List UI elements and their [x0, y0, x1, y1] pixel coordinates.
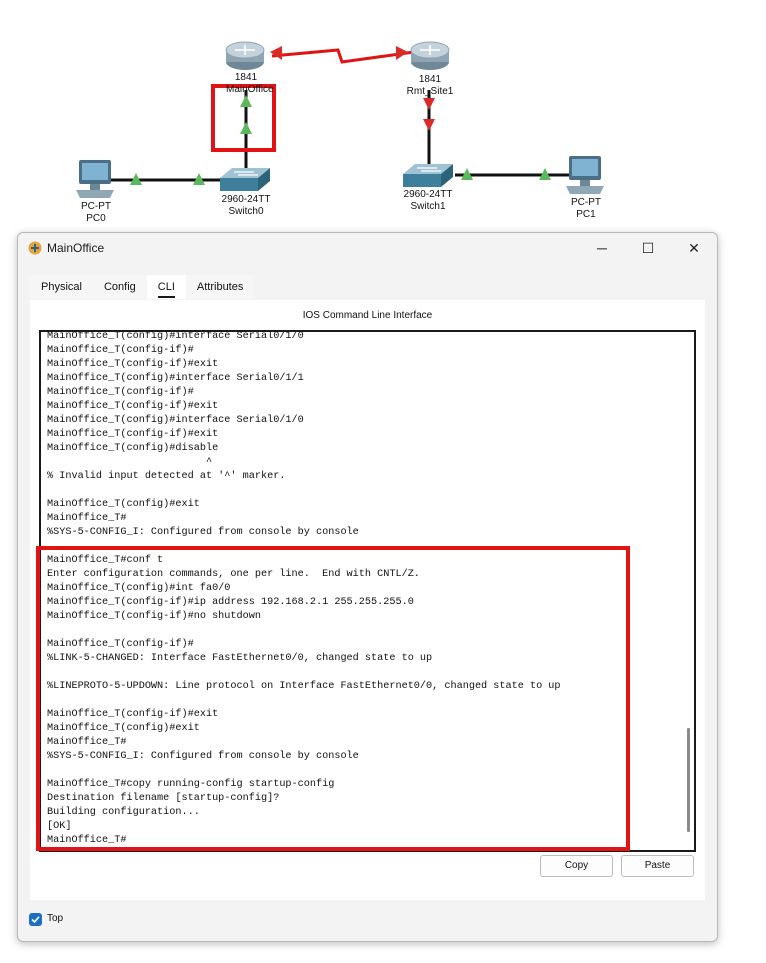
link-status-down-icon: [423, 119, 435, 131]
switch-icon[interactable]: [403, 164, 453, 187]
device-config-window: MainOffice ─ ☐ ✕ Physical Config CLI Att…: [17, 232, 718, 942]
terminal-line: MainOffice_T(config)#disable: [47, 443, 219, 454]
minimize-button[interactable]: ─: [579, 233, 625, 263]
terminal-line: [OK]: [47, 821, 72, 832]
terminal-line: MainOffice_T#conf t: [47, 555, 164, 566]
link-status-up-icon: [240, 95, 252, 107]
terminal-line: %LINK-5-CHANGED: Interface FastEthernet0…: [47, 653, 433, 664]
terminal-line: %SYS-5-CONFIG_I: Configured from console…: [47, 527, 359, 538]
terminal-scrollbar[interactable]: [686, 336, 690, 842]
terminal-line: MainOffice_T(config)#exit: [47, 723, 200, 734]
terminal-line: MainOffice_T(config-if)#exit: [47, 359, 219, 370]
terminal-line: MainOffice_T(config-if)#exit: [47, 709, 219, 720]
terminal-line: MainOffice_T(config-if)#ip address 192.1…: [47, 597, 414, 608]
terminal-line: Enter configuration commands, one per li…: [47, 569, 420, 580]
terminal-line: MainOffice_T(config-if)#exit: [47, 429, 219, 440]
router-icon[interactable]: [225, 41, 265, 70]
network-topology: 1841 MainOffice 1841 Rmt_Site1 2960-24TT Sw…: [0, 0, 766, 232]
terminal-output: MainOffice_T(config)#interface Serial0/1…: [47, 331, 675, 848]
maximize-button[interactable]: ☐: [625, 233, 671, 263]
device-label-rmtsite1: 1841 Rmt_Site1: [406, 74, 454, 97]
paste-button[interactable]: Paste: [621, 855, 694, 877]
terminal-line: Building configuration...: [47, 807, 200, 818]
cli-panel-title: IOS Command Line Interface: [302, 310, 433, 321]
terminal-line: MainOffice_T(config)#exit: [47, 499, 200, 510]
scrollbar-thumb[interactable]: [687, 728, 690, 832]
terminal-line: MainOffice_T(config-if)#: [47, 639, 194, 650]
title-bar[interactable]: MainOffice ─ ☐ ✕: [18, 233, 717, 263]
serial-link[interactable]: [271, 48, 415, 64]
terminal-line: Destination filename [startup-config]?: [47, 793, 280, 804]
tab-bar: Physical Config CLI Attributes: [30, 275, 255, 299]
terminal-line: MainOffice_T(config)#interface Serial0/1…: [47, 331, 304, 342]
tab-attributes[interactable]: Attributes: [185, 275, 255, 299]
terminal-line: %LINEPROTO-5-UPDOWN: Line protocol on In…: [47, 681, 561, 692]
tab-config[interactable]: Config: [92, 275, 147, 299]
device-label-mainoffice: 1841 MainOffice: [226, 72, 274, 95]
topology-canvas: [76, 41, 604, 198]
device-label-pc1: PC-PT PC1: [571, 197, 601, 220]
terminal-line: MainOffice_T(config)#interface Serial0/1…: [47, 415, 304, 426]
device-label-switch1: 2960-24TT Switch1: [403, 189, 453, 212]
terminal-line: MainOffice_T(config)#int fa0/0: [47, 583, 231, 594]
packet-tracer-app-icon: [28, 241, 42, 255]
device-label-pc0: PC-PT PC0: [81, 201, 111, 224]
terminal-line: MainOffice_T(config-if)#no shutdown: [47, 611, 261, 622]
tab-cli[interactable]: CLI: [146, 275, 186, 299]
link-status-up-icon: [240, 122, 252, 134]
switch-icon[interactable]: [220, 168, 270, 191]
link-status-down-icon: [423, 98, 435, 110]
window-title: MainOffice: [47, 241, 105, 255]
top-checkbox[interactable]: [29, 913, 42, 926]
copy-button[interactable]: Copy: [540, 855, 613, 877]
terminal-line: %SYS-5-CONFIG_I: Configured from console…: [47, 751, 359, 762]
pc-icon[interactable]: [76, 160, 114, 198]
device-label-switch0: 2960-24TT Switch0: [221, 194, 271, 217]
terminal-line: MainOffice_T#: [47, 835, 127, 846]
pc-icon[interactable]: [566, 156, 604, 194]
close-button[interactable]: ✕: [671, 233, 717, 263]
terminal-line: MainOffice_T#: [47, 513, 127, 524]
terminal-line: MainOffice_T(config)#interface Serial0/1…: [47, 373, 304, 384]
link-status-down-icon: [270, 46, 282, 60]
cli-panel: IOS Command Line Interface MainOffice_T(…: [30, 300, 705, 900]
terminal-line: MainOffice_T#copy running-config startup…: [47, 779, 335, 790]
terminal-line: ^: [47, 457, 213, 468]
terminal-line: MainOffice_T(config-if)#exit: [47, 401, 219, 412]
router-icon[interactable]: [410, 41, 450, 70]
terminal-line: % Invalid input detected at '^' marker.: [47, 471, 286, 482]
link-status-down-icon: [396, 46, 408, 60]
terminal-line: MainOffice_T#: [47, 737, 127, 748]
terminal-line: MainOffice_T(config-if)#: [47, 387, 194, 398]
tab-physical[interactable]: Physical: [30, 275, 93, 299]
terminal-line: MainOffice_T(config-if)#: [47, 345, 194, 356]
cli-terminal[interactable]: MainOffice_T(config)#interface Serial0/1…: [39, 330, 696, 852]
checkmark-icon: [31, 916, 40, 924]
top-checkbox-label: Top: [47, 913, 64, 924]
